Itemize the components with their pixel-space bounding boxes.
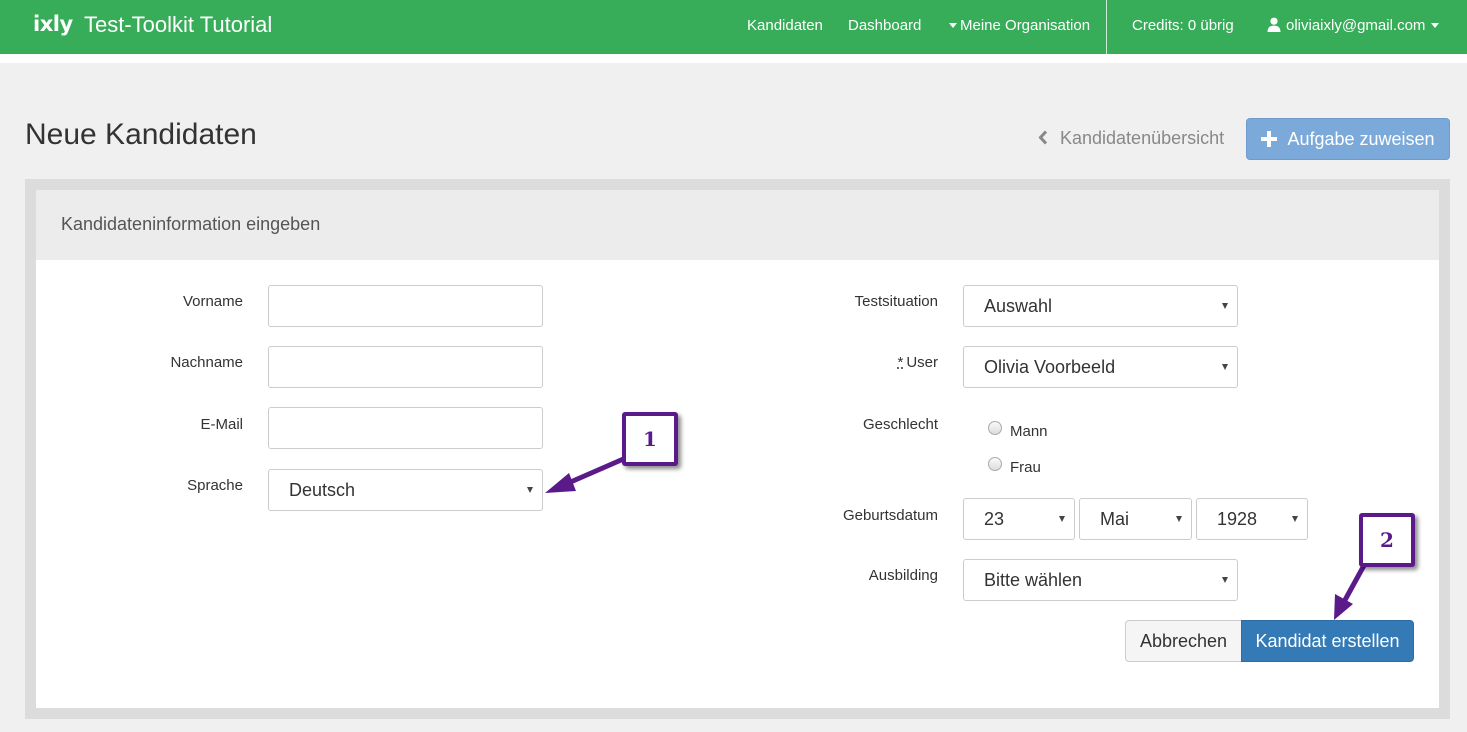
back-to-overview-link[interactable]: Kandidatenübersicht: [1038, 128, 1224, 149]
user-select[interactable]: Olivia Voorbeeld: [963, 346, 1238, 388]
email-label: E-Mail: [200, 416, 243, 433]
birth-year-value: 1928: [1217, 509, 1258, 529]
birth-month-value: Mai: [1100, 509, 1130, 529]
language-select-value: Deutsch: [289, 480, 356, 500]
gender-option-mann: Mann: [1010, 423, 1048, 440]
dropdown-arrow-icon: [1059, 516, 1065, 522]
birth-month-select[interactable]: Mai: [1079, 498, 1192, 540]
chevron-left-icon: [1038, 130, 1048, 145]
education-label: Ausbilding: [868, 567, 938, 584]
annotation-callout-2: 2: [1359, 513, 1415, 567]
user-label: * User: [897, 354, 938, 371]
caret-down-icon: [1431, 22, 1440, 28]
education-select-value: Bitte wählen: [984, 570, 1083, 590]
gender-radio-frau[interactable]: [988, 457, 1002, 471]
user-email: oliviaixly@gmail.com: [1286, 17, 1426, 34]
navbar-underline: [0, 54, 1467, 63]
panel-heading-title: Kandidateninformation eingeben: [61, 214, 321, 234]
email-input[interactable]: [268, 407, 543, 449]
birth-day-value: 23: [984, 509, 1005, 529]
plus-icon: [1261, 131, 1278, 147]
user-label-text: User: [906, 354, 938, 371]
annotation-callout-1: 1: [622, 412, 678, 466]
gender-label: Geschlecht: [862, 416, 938, 433]
top-navbar: ixly Test-Toolkit Tutorial Kandidaten Da…: [0, 0, 1467, 54]
nav-dashboard[interactable]: Dashboard: [848, 17, 921, 34]
caret-down-icon: [949, 22, 957, 28]
birth-year-select[interactable]: 1928: [1196, 498, 1308, 540]
gender-radio-mann[interactable]: [988, 421, 1002, 435]
gender-option-frau: Frau: [1010, 459, 1041, 476]
dropdown-arrow-icon: [527, 487, 533, 493]
nav-meine-organisation[interactable]: Meine Organisation: [949, 17, 1090, 34]
dropdown-arrow-icon: [1176, 516, 1182, 522]
language-select[interactable]: Deutsch: [268, 469, 543, 511]
nav-divider: [1106, 0, 1107, 54]
ixly-logo[interactable]: ixly: [33, 12, 73, 36]
user-select-value: Olivia Voorbeeld: [984, 357, 1116, 377]
user-menu[interactable]: oliviaixly@gmail.com: [1267, 17, 1440, 34]
required-marker: *: [897, 354, 904, 371]
testsituation-select-value: Auswahl: [984, 296, 1053, 316]
create-candidate-button[interactable]: Kandidat erstellen: [1241, 620, 1414, 662]
user-icon: [1267, 17, 1281, 32]
nav-meine-organisation-label: Meine Organisation: [960, 17, 1091, 34]
dropdown-arrow-icon: [1292, 516, 1298, 522]
testsituation-label: Testsituation: [854, 293, 938, 310]
education-select[interactable]: Bitte wählen: [963, 559, 1238, 601]
language-label: Sprache: [187, 477, 243, 494]
birthdate-label: Geburtsdatum: [842, 507, 938, 524]
app-title[interactable]: Test-Toolkit Tutorial: [84, 12, 272, 38]
testsituation-select[interactable]: Auswahl: [963, 285, 1238, 327]
dropdown-arrow-icon: [1222, 303, 1228, 309]
lastname-label: Nachname: [170, 354, 243, 371]
dropdown-arrow-icon: [1222, 577, 1228, 583]
lastname-input[interactable]: [268, 346, 543, 388]
nav-kandidaten[interactable]: Kandidaten: [747, 17, 823, 34]
back-link-label: Kandidatenübersicht: [1060, 128, 1225, 148]
assign-task-label: Aufgabe zuweisen: [1287, 128, 1435, 149]
firstname-label: Vorname: [182, 293, 243, 310]
credits-indicator[interactable]: Credits: 0 übrig: [1132, 17, 1234, 34]
dropdown-arrow-icon: [1222, 364, 1228, 370]
page-title: Neue Kandidaten: [25, 118, 257, 151]
birth-day-select[interactable]: 23: [963, 498, 1075, 540]
assign-task-button[interactable]: Aufgabe zuweisen: [1246, 118, 1450, 160]
firstname-input[interactable]: [268, 285, 543, 327]
cancel-button[interactable]: Abbrechen: [1125, 620, 1242, 662]
